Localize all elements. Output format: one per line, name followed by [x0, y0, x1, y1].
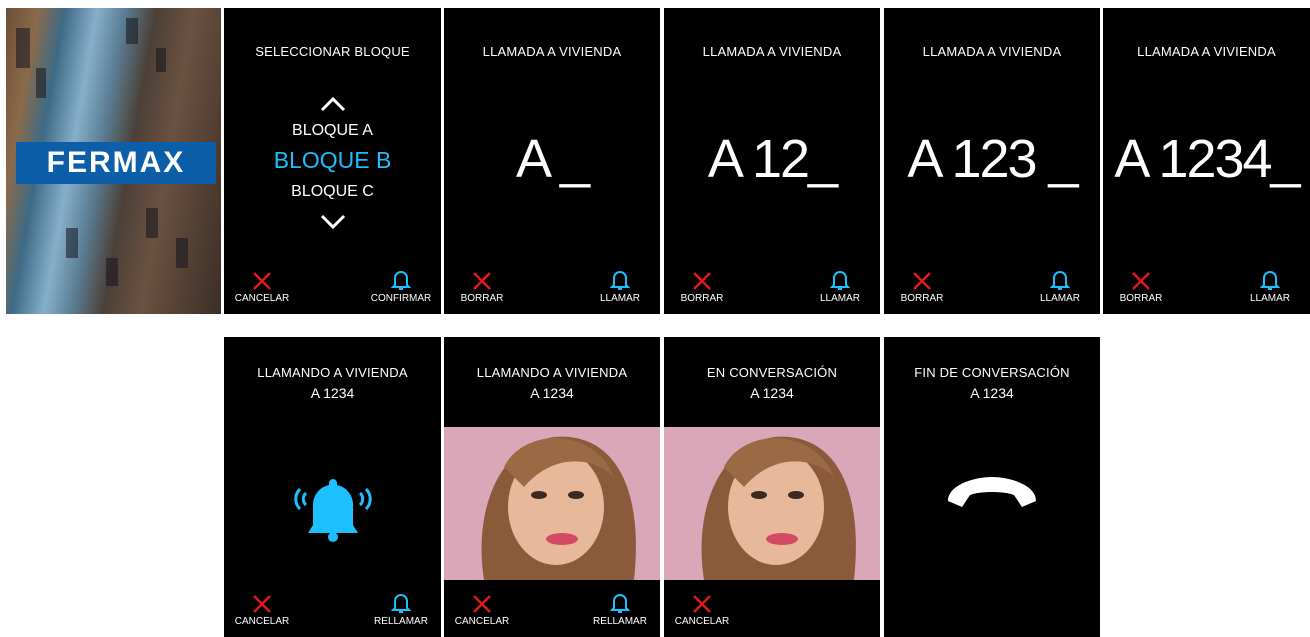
x-icon: [693, 272, 711, 290]
screen-title: EN CONVERSACIÓN: [706, 365, 838, 380]
bell-icon: [1050, 271, 1070, 290]
screen-title: LLAMADA A VIVIENDA: [702, 44, 842, 59]
x-icon: [1132, 272, 1150, 290]
delete-label: BORRAR: [680, 293, 724, 304]
screen-dial-3: LLAMADA A VIVIENDA A 123 _ BORRAR LLAMAR: [884, 8, 1100, 314]
call-label: LLAMAR: [1249, 293, 1290, 304]
chevron-down-icon[interactable]: [320, 214, 346, 230]
cancel-label: CANCELAR: [454, 616, 510, 627]
block-option-b-selected[interactable]: BLOQUE B: [224, 147, 441, 174]
cancel-button[interactable]: CANCELAR: [672, 594, 732, 627]
bell-icon: [391, 271, 411, 290]
block-option-c[interactable]: BLOQUE C: [224, 183, 441, 201]
call-button[interactable]: LLAMAR: [584, 269, 656, 304]
x-icon: [473, 595, 491, 613]
video-feed: [444, 427, 660, 580]
dwelling-code: A 1234: [530, 385, 574, 401]
screen-dial-2: LLAMADA A VIVIENDA A 12_ BORRAR LLAMAR: [664, 8, 880, 314]
screen-dial-4: LLAMADA A VIVIENDA A 1234_ BORRAR LLAMAR: [1103, 8, 1310, 314]
chevron-up-icon[interactable]: [320, 96, 346, 112]
cancel-button[interactable]: CANCELAR: [452, 594, 512, 627]
screen-calling-video: LLAMANDO A VIVIENDA A 1234 CANCELAR RELL…: [444, 337, 660, 637]
delete-label: BORRAR: [460, 293, 504, 304]
dialed-code: A _: [515, 129, 590, 189]
screen-end-conversation: FIN DE CONVERSACIÓN A 1234: [884, 337, 1100, 637]
redial-button[interactable]: RELLAMAR: [365, 592, 437, 627]
cancel-label: CANCELAR: [234, 616, 290, 627]
call-button[interactable]: LLAMAR: [1024, 269, 1096, 304]
x-icon: [253, 272, 271, 290]
ringing-bell-icon: [294, 479, 372, 542]
confirm-button[interactable]: CONFIRMAR: [365, 269, 437, 304]
delete-button[interactable]: BORRAR: [672, 271, 732, 304]
phone-hangup-icon: [948, 477, 1036, 507]
screen-title: FIN DE CONVERSACIÓN: [914, 365, 1070, 380]
video-feed: [664, 427, 880, 580]
bell-icon: [1260, 271, 1280, 290]
screen-calling: LLAMANDO A VIVIENDA A 1234 CANCELAR RELL…: [224, 337, 441, 637]
bell-icon: [610, 594, 630, 613]
block-option-a[interactable]: BLOQUE A: [224, 122, 441, 140]
screen-title: LLAMADA A VIVIENDA: [922, 44, 1062, 59]
x-icon: [913, 272, 931, 290]
screen-select-block: SELECCIONAR BLOQUE BLOQUE A BLOQUE B BLO…: [224, 8, 441, 314]
x-icon: [253, 595, 271, 613]
bell-icon: [610, 271, 630, 290]
screen-conversation: EN CONVERSACIÓN A 1234 CANCELAR: [664, 337, 880, 637]
redial-button[interactable]: RELLAMAR: [584, 592, 656, 627]
dwelling-code: A 1234: [970, 385, 1014, 401]
dialed-code: A 12_: [707, 129, 838, 189]
call-button[interactable]: LLAMAR: [1234, 269, 1306, 304]
call-label: LLAMAR: [819, 293, 860, 304]
cancel-label: CANCELAR: [234, 293, 290, 304]
x-icon: [473, 272, 491, 290]
bell-icon: [830, 271, 850, 290]
confirm-label: CONFIRMAR: [370, 293, 432, 304]
screen-title: LLAMANDO A VIVIENDA: [257, 365, 408, 380]
call-label: LLAMAR: [599, 293, 640, 304]
screen-title: LLAMADA A VIVIENDA: [482, 44, 622, 59]
delete-label: BORRAR: [900, 293, 944, 304]
fermax-logo: FERMAX: [16, 142, 216, 184]
screen-title: LLAMANDO A VIVIENDA: [476, 365, 628, 380]
cancel-button[interactable]: CANCELAR: [232, 594, 292, 627]
screen-title: SELECCIONAR BLOQUE: [255, 44, 410, 59]
delete-button[interactable]: BORRAR: [452, 271, 512, 304]
call-button[interactable]: LLAMAR: [804, 269, 876, 304]
cancel-button[interactable]: CANCELAR: [232, 271, 292, 304]
bell-icon: [391, 594, 411, 613]
cancel-label: CANCELAR: [674, 616, 730, 627]
dwelling-code: A 1234: [750, 385, 794, 401]
visitor-face-image: [444, 427, 660, 580]
redial-label: RELLAMAR: [593, 616, 647, 627]
building-photo: FERMAX: [6, 8, 221, 314]
screen-title: LLAMADA A VIVIENDA: [1137, 44, 1276, 59]
delete-button[interactable]: BORRAR: [892, 271, 952, 304]
dialed-code: A 1234_: [1114, 129, 1300, 189]
dwelling-code: A 1234: [310, 385, 355, 401]
call-label: LLAMAR: [1039, 293, 1080, 304]
x-icon: [693, 595, 711, 613]
visitor-face-image: [664, 427, 880, 580]
screen-dial-1: LLAMADA A VIVIENDA A _ BORRAR LLAMAR: [444, 8, 660, 314]
dialed-code: A 123 _: [907, 129, 1078, 189]
delete-label: BORRAR: [1119, 293, 1163, 304]
delete-button[interactable]: BORRAR: [1111, 271, 1171, 304]
redial-label: RELLAMAR: [374, 616, 428, 627]
